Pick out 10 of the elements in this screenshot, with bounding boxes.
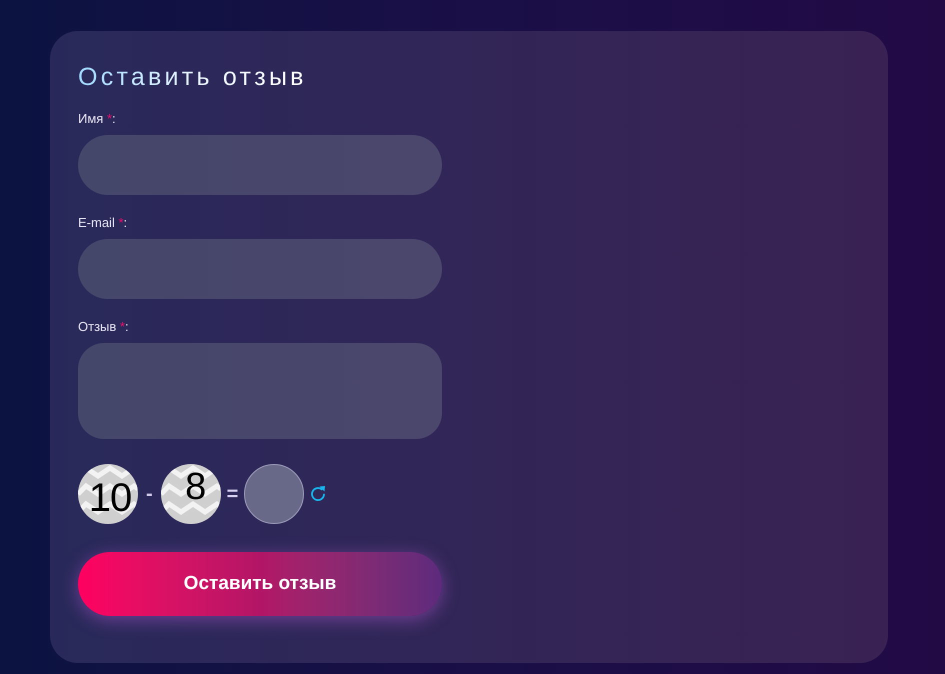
captcha-number: 10	[88, 478, 132, 518]
refresh-icon[interactable]	[309, 485, 328, 503]
captcha-number: 8	[185, 468, 206, 506]
captcha-operator: -	[146, 482, 153, 507]
field-label: Отзыв *:	[78, 319, 129, 335]
review-textarea-field[interactable]	[78, 343, 442, 439]
field-label: E-mail *:	[78, 215, 128, 231]
captcha-equals: =	[226, 482, 238, 507]
field-label: Имя *:	[78, 111, 116, 127]
submit-button[interactable]: Оставить отзыв	[78, 552, 442, 616]
